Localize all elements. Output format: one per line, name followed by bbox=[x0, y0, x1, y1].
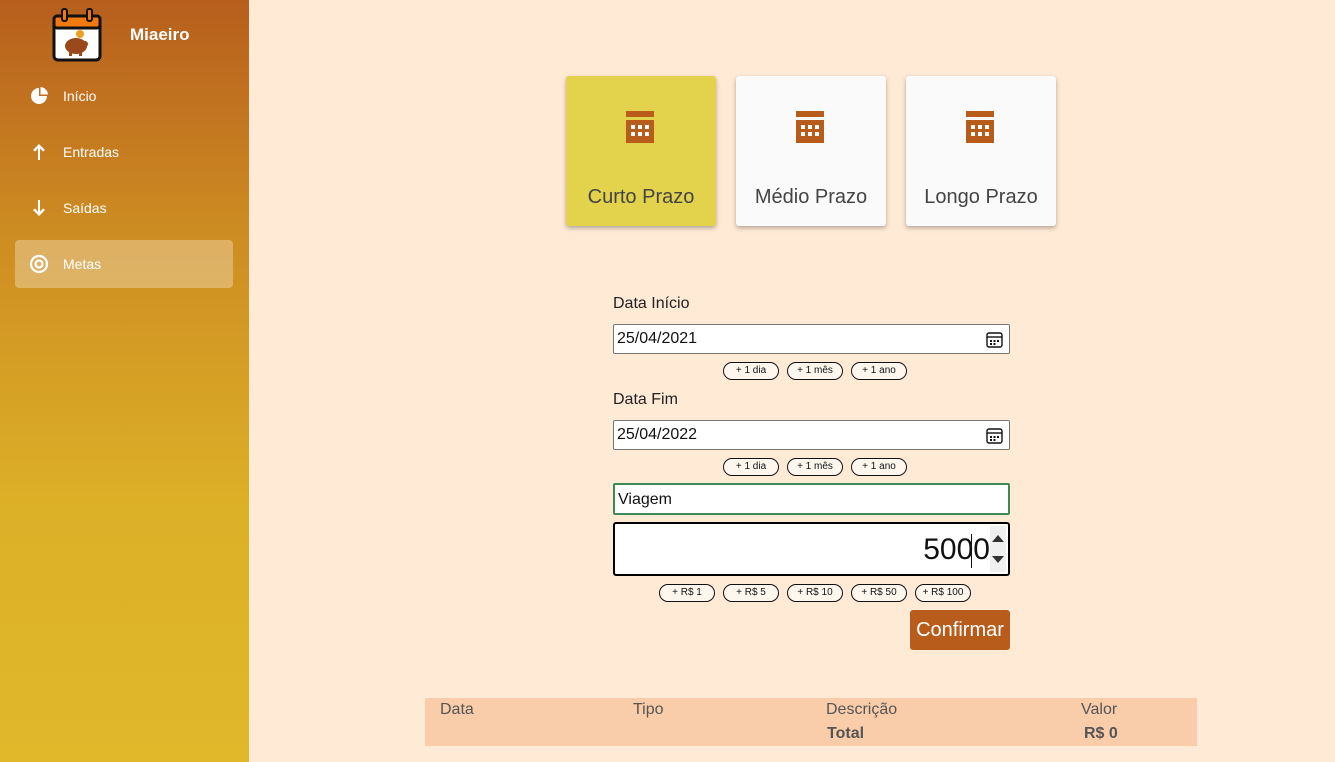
sidebar-item-inicio[interactable]: Início bbox=[15, 72, 233, 120]
start-plus-day-button[interactable]: + 1 dia bbox=[723, 362, 779, 380]
card-longo-prazo[interactable]: Longo Prazo bbox=[906, 76, 1056, 226]
start-date-label: Data Início bbox=[613, 295, 690, 312]
sidebar-item-label: Metas bbox=[63, 256, 102, 272]
card-label: Médio Prazo bbox=[754, 186, 868, 208]
amount-spinner[interactable] bbox=[990, 526, 1006, 572]
card-medio-prazo[interactable]: Médio Prazo bbox=[736, 76, 886, 226]
calendar-icon bbox=[626, 111, 654, 143]
plus-1-button[interactable]: + R$ 1 bbox=[659, 584, 715, 602]
start-date-input[interactable]: 25/04/2021 bbox=[613, 324, 1010, 354]
card-label: Curto Prazo bbox=[587, 186, 695, 208]
column-header-valor: Valor bbox=[1081, 701, 1118, 718]
sidebar-item-metas[interactable]: Metas bbox=[15, 240, 233, 288]
sidebar-item-label: Início bbox=[63, 88, 97, 104]
column-header-tipo: Tipo bbox=[633, 701, 664, 718]
card-label: Longo Prazo bbox=[924, 186, 1038, 208]
end-date-value: 25/04/2022 bbox=[617, 426, 698, 443]
goals-table: Data Tipo Descrição Valor Total R$ 0 bbox=[425, 698, 1197, 746]
confirm-button[interactable]: Confirmar bbox=[910, 610, 1010, 650]
start-plus-month-button[interactable]: + 1 mês bbox=[787, 362, 843, 380]
description-value: Viagem bbox=[618, 491, 672, 508]
amount-input[interactable]: 5000 bbox=[613, 522, 1010, 576]
end-plus-day-button[interactable]: + 1 dia bbox=[723, 458, 779, 476]
sidebar-item-saidas[interactable]: Saídas bbox=[15, 184, 233, 232]
plus-50-button[interactable]: + R$ 50 bbox=[851, 584, 907, 602]
spin-up-icon[interactable] bbox=[992, 535, 1004, 542]
plus-5-button[interactable]: + R$ 5 bbox=[723, 584, 779, 602]
card-curto-prazo[interactable]: Curto Prazo bbox=[566, 76, 716, 226]
sidebar-item-label: Saídas bbox=[63, 200, 107, 216]
description-input[interactable]: Viagem bbox=[613, 483, 1010, 515]
text-caret bbox=[971, 534, 972, 568]
calendar-picker-icon[interactable] bbox=[986, 427, 1003, 444]
target-icon bbox=[29, 254, 49, 274]
arrow-up-icon bbox=[33, 144, 45, 160]
pie-chart-icon bbox=[31, 87, 48, 104]
brand: Miaeiro bbox=[0, 0, 249, 70]
sidebar-item-label: Entradas bbox=[63, 144, 120, 160]
end-date-input[interactable]: 25/04/2022 bbox=[613, 420, 1010, 450]
start-date-value: 25/04/2021 bbox=[617, 330, 698, 347]
start-plus-year-button[interactable]: + 1 ano bbox=[851, 362, 907, 380]
end-plus-month-button[interactable]: + 1 mês bbox=[787, 458, 843, 476]
calendar-picker-icon[interactable] bbox=[986, 331, 1003, 348]
plus-10-button[interactable]: + R$ 10 bbox=[787, 584, 843, 602]
calendar-icon bbox=[966, 111, 994, 143]
piggy-bank-calendar-logo bbox=[52, 8, 102, 62]
end-plus-year-button[interactable]: + 1 ano bbox=[851, 458, 907, 476]
plus-100-button[interactable]: + R$ 100 bbox=[915, 584, 971, 602]
column-header-descricao: Descrição bbox=[826, 701, 898, 718]
arrow-down-icon bbox=[33, 200, 45, 216]
column-header-data: Data bbox=[440, 701, 474, 718]
spin-down-icon[interactable] bbox=[992, 556, 1004, 563]
sidebar-item-entradas[interactable]: Entradas bbox=[15, 128, 233, 176]
calendar-icon bbox=[796, 111, 824, 143]
app-name: Miaeiro bbox=[130, 25, 190, 44]
amount-value: 5000 bbox=[923, 533, 990, 566]
total-value: R$ 0 bbox=[1084, 725, 1118, 742]
end-date-label: Data Fim bbox=[613, 391, 678, 408]
sidebar: Miaeiro Início Entradas Saídas Metas bbox=[0, 0, 249, 762]
total-label: Total bbox=[827, 725, 865, 742]
